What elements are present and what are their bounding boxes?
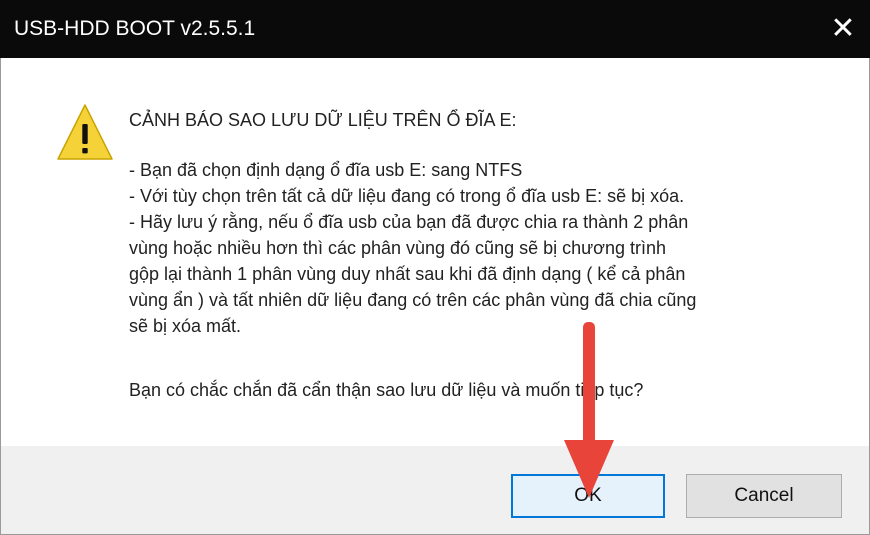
window-title: USB-HDD BOOT v2.5.5.1 [14,17,256,40]
warning-heading: CẢNH BÁO SAO LƯU DỮ LIỆU TRÊN Ổ ĐĨA E: [129,110,517,130]
close-icon[interactable]: ✕ [828,14,858,44]
message-line: vùng ẩn ) và tất nhiên dữ liệu đang có t… [129,290,697,310]
warning-message: - Bạn đã chọn định dạng ổ đĩa usb E: san… [129,157,819,339]
warning-triangle-icon [57,104,113,160]
message-line: - Với tùy chọn trên tất cả dữ liệu đang … [129,186,685,206]
message-line: - Hãy lưu ý rằng, nếu ổ đĩa usb của bạn … [129,212,689,232]
message-line: vùng hoặc nhiều hơn thì các phân vùng đó… [129,238,667,258]
message-line: - Bạn đã chọn định dạng ổ đĩa usb E: san… [129,160,523,180]
ok-button[interactable]: OK [511,474,665,518]
cancel-button[interactable]: Cancel [686,474,842,518]
confirmation-question: Bạn có chắc chắn đã cẩn thận sao lưu dữ … [129,380,644,400]
message-line: sẽ bị xóa mất. [129,316,242,336]
message-line: gộp lại thành 1 phân vùng duy nhất sau k… [129,264,686,284]
title-bar: USB-HDD BOOT v2.5.5.1 ✕ [0,0,870,58]
